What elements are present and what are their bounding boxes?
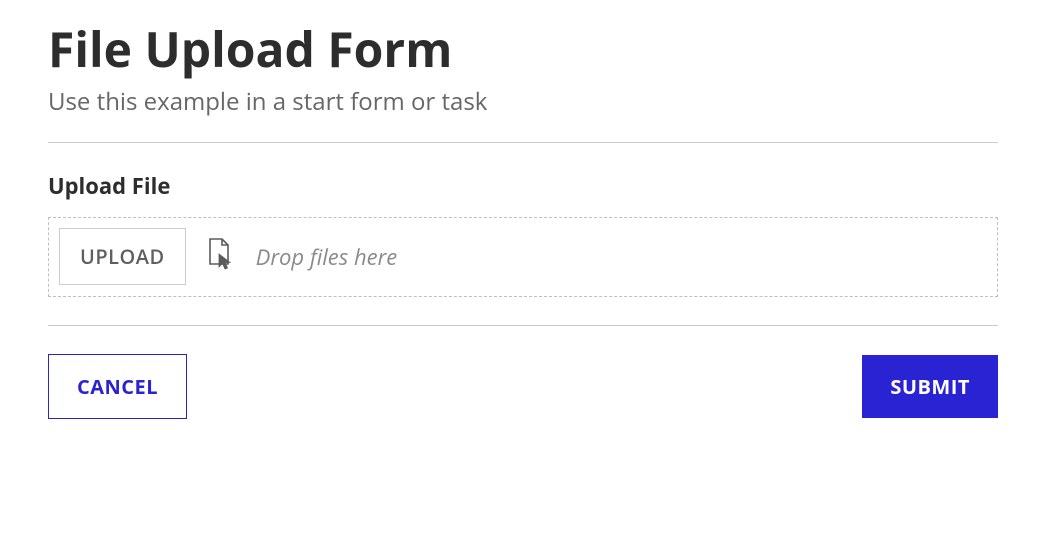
form-container: File Upload Form Use this example in a s… [0,0,1046,443]
header-divider [48,142,998,143]
file-cursor-icon [206,237,236,276]
page-subtitle: Use this example in a start form or task [48,85,998,118]
page-title: File Upload Form [48,24,998,77]
upload-section-label: Upload File [48,171,998,201]
cancel-button[interactable]: CANCEL [48,354,187,419]
drop-hint-text: Drop files here [256,242,398,272]
upload-button[interactable]: UPLOAD [59,228,186,285]
submit-button[interactable]: SUBMIT [862,355,998,418]
form-footer: CANCEL SUBMIT [48,325,998,419]
file-dropzone[interactable]: UPLOAD Drop files here [48,217,998,297]
